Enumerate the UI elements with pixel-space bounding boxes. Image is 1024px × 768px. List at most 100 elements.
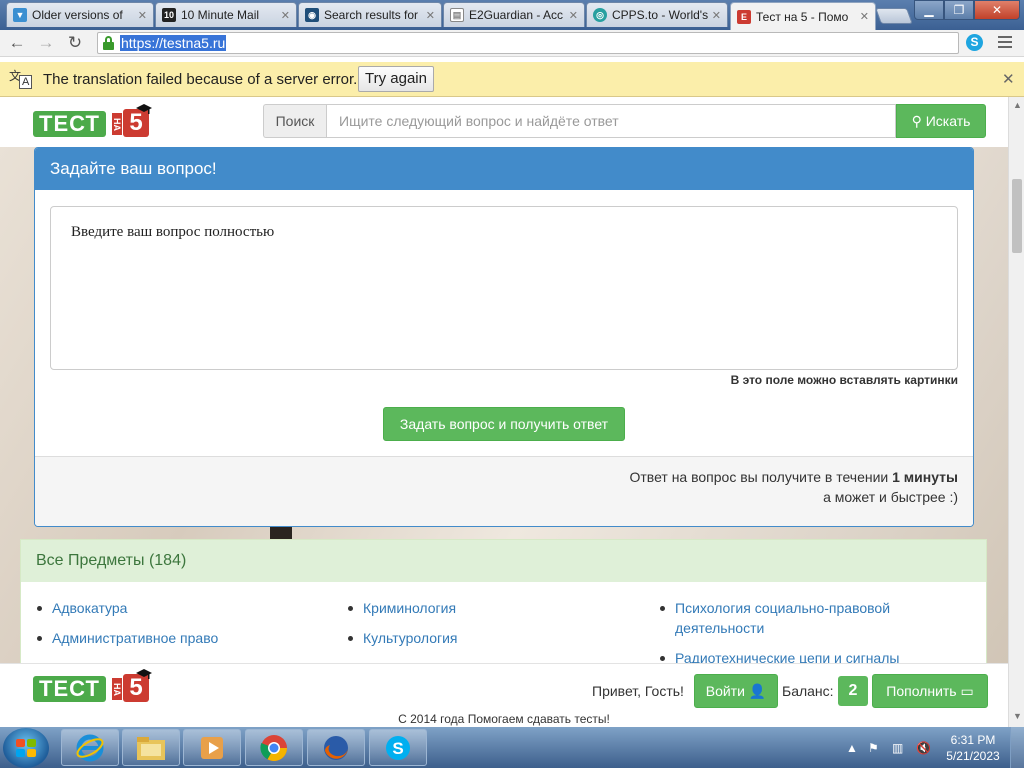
ie-icon bbox=[76, 734, 104, 761]
url-text[interactable]: https://testna5.ru bbox=[120, 35, 227, 51]
skype-extension-icon[interactable]: S bbox=[966, 34, 983, 51]
tab-close-icon[interactable]: ✕ bbox=[860, 10, 869, 23]
subject-link[interactable]: Психология социально-правовой деятельнос… bbox=[660, 598, 910, 638]
site-logo[interactable]: ТЕСТ НА 5 bbox=[33, 104, 155, 139]
tab-older-versions[interactable]: ▼ Older versions of ✕ bbox=[6, 2, 154, 27]
clock-date: 5/21/2023 bbox=[946, 749, 1000, 763]
network-icon[interactable]: ▥ bbox=[892, 741, 903, 755]
tab-close-icon[interactable]: ✕ bbox=[138, 9, 147, 22]
scroll-thumb[interactable] bbox=[1012, 179, 1022, 253]
action-center-icon[interactable]: ⚑ bbox=[868, 741, 879, 755]
infobar-close-icon[interactable]: ✕ bbox=[1002, 70, 1015, 88]
try-again-button[interactable]: Try again bbox=[358, 66, 434, 92]
tab-close-icon[interactable]: ✕ bbox=[712, 9, 721, 22]
taskbar-explorer[interactable] bbox=[122, 729, 180, 766]
search-group: Поиск Ищите следующий вопрос и найдёте о… bbox=[263, 104, 986, 138]
logo-text: ТЕСТ bbox=[33, 111, 106, 137]
browser-toolbar: ← → ↻ https://testna5.ru ☆ S bbox=[0, 30, 1024, 57]
login-button[interactable]: Войти 👤 bbox=[694, 674, 778, 708]
tab-close-icon[interactable]: ✕ bbox=[281, 9, 290, 22]
taskbar-media-player[interactable] bbox=[183, 729, 241, 766]
tab-e2guardian[interactable]: ▤ E2Guardian - Acc ✕ bbox=[443, 2, 585, 27]
top-up-button[interactable]: Пополнить ▭ bbox=[872, 674, 988, 708]
balance-label: Баланс: bbox=[782, 683, 834, 699]
minimize-button[interactable]: ▁ bbox=[914, 0, 944, 20]
tab-testna5-active[interactable]: Е Тест на 5 - Помо ✕ bbox=[730, 2, 876, 30]
tray-expand-icon[interactable]: ▲ bbox=[846, 741, 858, 755]
address-bar[interactable]: https://testna5.ru ☆ bbox=[97, 32, 959, 54]
subject-link[interactable]: Административное право bbox=[37, 628, 337, 648]
page-scrollbar[interactable]: ▲ ▼ bbox=[1008, 97, 1024, 727]
volume-muted-icon[interactable]: 🔇 bbox=[916, 741, 931, 755]
taskbar-firefox[interactable] bbox=[307, 729, 365, 766]
tab-cpps[interactable]: ◎ CPPS.to - World's ✕ bbox=[586, 2, 728, 27]
user-icon: 👤 bbox=[748, 683, 767, 699]
back-icon[interactable]: ← bbox=[5, 32, 29, 54]
testna5-icon: Е bbox=[737, 9, 751, 24]
clock-time: 6:31 PM bbox=[950, 733, 996, 747]
site-footer: ТЕСТ НА 5 Привет, Гость! Войти 👤 Баланс:… bbox=[0, 663, 1008, 727]
tab-label: CPPS.to - World's bbox=[612, 8, 708, 22]
browser-menu-icon[interactable] bbox=[998, 36, 1012, 51]
subject-link[interactable]: Криминология bbox=[348, 598, 648, 618]
firefox-icon bbox=[324, 735, 348, 760]
lock-icon bbox=[103, 36, 114, 50]
taskbar-ie[interactable] bbox=[61, 729, 119, 766]
submit-question-button[interactable]: Задать вопрос и получить ответ bbox=[383, 407, 625, 441]
answer-time-line2: а может и быстрее :) bbox=[823, 489, 958, 505]
subject-link[interactable]: Адвокатура bbox=[37, 598, 337, 618]
taskbar-skype[interactable]: S bbox=[369, 729, 427, 766]
ask-question-panel: Задайте ваш вопрос! Введите ваш вопрос п… bbox=[34, 147, 974, 527]
scroll-down-icon[interactable]: ▼ bbox=[1013, 711, 1022, 721]
new-tab-button[interactable] bbox=[875, 8, 913, 24]
answer-time-value: 1 минуты bbox=[892, 469, 958, 485]
tab-label: Older versions of bbox=[32, 8, 123, 22]
tab-search-results[interactable]: ◉ Search results for ✕ bbox=[298, 2, 442, 27]
tab-label: Тест на 5 - Помо bbox=[756, 9, 849, 24]
window-close-button[interactable]: ✕ bbox=[974, 0, 1020, 20]
taskbar-chrome[interactable] bbox=[245, 729, 303, 766]
tab-10-minute-mail[interactable]: 10 10 Minute Mail ✕ bbox=[155, 2, 297, 27]
scroll-up-icon[interactable]: ▲ bbox=[1013, 100, 1022, 110]
show-desktop-button[interactable] bbox=[1010, 727, 1024, 768]
subjects-column-2: Криминология Культурология bbox=[348, 598, 648, 658]
infobar-message: The translation failed because of a serv… bbox=[43, 71, 358, 88]
copyright-text: С 2014 года Помогаем сдавать тесты! bbox=[398, 712, 610, 726]
ask-panel-title: Задайте ваш вопрос! bbox=[35, 148, 973, 190]
answer-time-prefix: Ответ на вопрос вы получите в течении bbox=[629, 469, 889, 485]
tab-close-icon[interactable]: ✕ bbox=[569, 9, 578, 22]
greeting-text: Привет, Гость! bbox=[592, 683, 684, 699]
footer-logo[interactable]: ТЕСТ НА 5 bbox=[33, 669, 155, 704]
search-button[interactable]: ⚲ Искать bbox=[896, 104, 986, 138]
browser-tab-strip: ▼ Older versions of ✕ 10 10 Minute Mail … bbox=[0, 0, 1024, 30]
logo-na: НА bbox=[112, 678, 122, 700]
question-textarea[interactable]: Введите ваш вопрос полностью bbox=[50, 206, 958, 370]
cpps-icon: ◎ bbox=[593, 8, 607, 22]
taskbar-clock[interactable]: 6:31 PM 5/21/2023 bbox=[942, 732, 1004, 764]
subject-link[interactable]: Культурология bbox=[348, 628, 648, 648]
search-label: Поиск bbox=[263, 104, 326, 138]
logo-na: НА bbox=[112, 113, 122, 135]
windows-flag-icon bbox=[16, 739, 36, 757]
start-button[interactable] bbox=[3, 728, 49, 768]
svg-text:S: S bbox=[392, 739, 403, 758]
windows-taskbar: S ▲ ⚑ ▥ 🔇 6:31 PM 5/21/2023 bbox=[0, 727, 1024, 768]
10mm-icon: 10 bbox=[162, 8, 176, 22]
translate-icon: 文A bbox=[9, 67, 33, 91]
balance-value: 2 bbox=[838, 676, 868, 706]
page-viewport: ТЕСТ НА 5 Поиск Ищите следующий вопрос и… bbox=[0, 97, 1008, 727]
credit-card-icon: ▭ bbox=[960, 683, 974, 699]
translation-infobar: 文A The translation failed because of a s… bbox=[0, 62, 1024, 97]
media-player-icon bbox=[201, 736, 223, 759]
skype-icon: S bbox=[386, 735, 410, 760]
reload-icon[interactable]: ↻ bbox=[63, 32, 87, 54]
graduation-cap-icon bbox=[136, 104, 152, 114]
forward-icon[interactable]: → bbox=[34, 32, 58, 54]
subjects-title: Все Предметы (184) bbox=[21, 540, 986, 582]
maximize-button[interactable]: ❐ bbox=[944, 0, 974, 20]
chrome-icon bbox=[260, 734, 288, 761]
tab-close-icon[interactable]: ✕ bbox=[426, 9, 435, 22]
site-header: ТЕСТ НА 5 Поиск Ищите следующий вопрос и… bbox=[0, 97, 1008, 147]
search-input[interactable]: Ищите следующий вопрос и найдёте ответ bbox=[326, 104, 896, 138]
tab-label: E2Guardian - Acc bbox=[469, 8, 564, 22]
